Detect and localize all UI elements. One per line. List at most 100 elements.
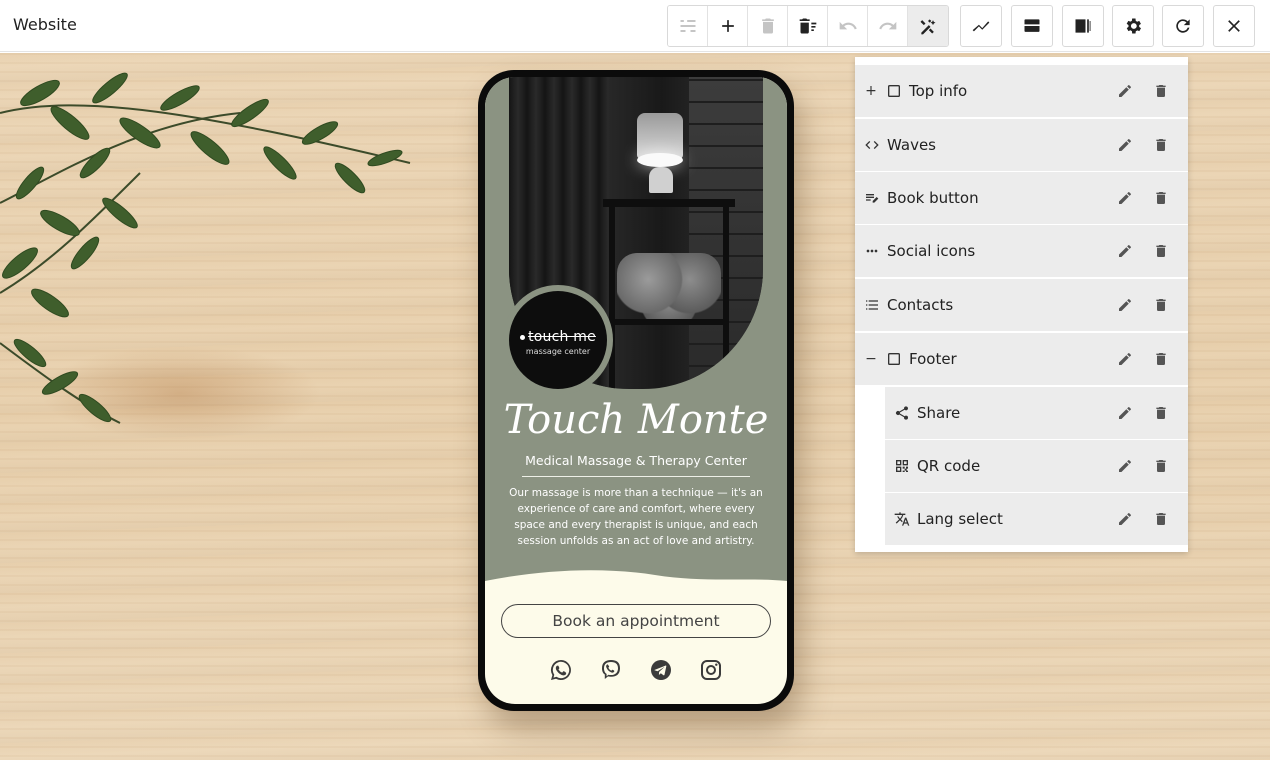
whatsapp-button[interactable]	[549, 658, 573, 682]
edit-button[interactable]	[1116, 510, 1134, 528]
viber-button[interactable]	[599, 658, 623, 682]
refresh-button[interactable]	[1162, 5, 1204, 47]
adjust-icon	[680, 20, 695, 32]
edit-button[interactable]	[1116, 136, 1134, 154]
delete-button[interactable]	[1152, 457, 1170, 475]
section-row-contacts[interactable]: Contacts	[855, 279, 1188, 331]
chart-button[interactable]	[960, 5, 1002, 47]
section-row-lang-select[interactable]: Lang select	[885, 493, 1188, 545]
trash-icon	[1156, 299, 1166, 311]
delete-button[interactable]	[1152, 82, 1170, 100]
trash-icon	[1156, 192, 1166, 204]
title-divider	[522, 476, 750, 477]
section-row-top-info[interactable]: + Top info	[855, 65, 1188, 117]
pencil-icon	[1119, 85, 1131, 97]
trash-icon	[1156, 407, 1166, 419]
site-title: Touch Monte	[503, 397, 769, 443]
trash-icon	[1156, 513, 1166, 525]
close-icon	[1228, 20, 1240, 32]
section-row-share[interactable]: Share	[885, 387, 1188, 439]
close-button[interactable]	[1213, 5, 1255, 47]
plant-decoration	[0, 72, 411, 424]
viber-icon	[602, 660, 620, 679]
design-tools-icon	[920, 19, 936, 35]
waves-section[interactable]	[485, 565, 787, 605]
edit-button[interactable]	[1116, 189, 1134, 207]
add-button[interactable]	[708, 6, 748, 46]
pencil-icon	[1119, 513, 1131, 525]
layout-rows-icon	[1024, 19, 1040, 32]
site-subtitle: Medical Massage & Therapy Center	[525, 453, 747, 468]
pencil-icon	[1119, 245, 1131, 257]
trash-icon	[1156, 139, 1166, 151]
settings-button[interactable]	[1112, 5, 1154, 47]
square-icon	[888, 85, 900, 97]
pencil-icon	[1119, 192, 1131, 204]
pencil-icon	[1119, 407, 1131, 419]
top-info-section[interactable]: touch me massage center Touch Monte Medi…	[485, 77, 787, 597]
edit-button[interactable]	[1116, 457, 1134, 475]
edit-toolbar	[667, 5, 949, 47]
pencil-icon	[1119, 299, 1131, 311]
instagram-button[interactable]	[699, 658, 723, 682]
delete-button[interactable]	[1152, 404, 1170, 422]
chart-icon	[972, 21, 990, 32]
site-description: Our massage is more than a technique — i…	[509, 487, 763, 547]
delete-button[interactable]	[1152, 136, 1170, 154]
expand-toggle[interactable]: +	[863, 83, 879, 99]
more-horiz-icon	[866, 249, 878, 253]
delete-button[interactable]	[1152, 189, 1170, 207]
pencil-icon	[1119, 139, 1131, 151]
edit-button[interactable]	[1116, 242, 1134, 260]
brand-logo: touch me massage center	[509, 291, 607, 389]
delete-button[interactable]	[1152, 350, 1170, 368]
design-tools-button[interactable]	[908, 6, 948, 46]
section-row-book-button[interactable]: Book button	[855, 172, 1188, 224]
section-row-footer[interactable]: − Footer	[855, 333, 1188, 385]
edit-button[interactable]	[1116, 296, 1134, 314]
section-row-qr-code[interactable]: QR code	[885, 440, 1188, 492]
app-title: Website	[13, 15, 77, 34]
telegram-button[interactable]	[649, 658, 673, 682]
layout-sidebar-button[interactable]	[1062, 5, 1104, 47]
undo-icon	[839, 21, 857, 30]
section-label: Contacts	[887, 296, 954, 314]
instagram-icon	[701, 660, 721, 680]
collapse-toggle[interactable]: −	[863, 351, 879, 367]
section-label: Waves	[887, 136, 936, 154]
delete-list-button[interactable]	[788, 6, 828, 46]
delete-button[interactable]	[748, 6, 788, 46]
delete-button[interactable]	[1152, 296, 1170, 314]
delete-button[interactable]	[1152, 242, 1170, 260]
section-label: Lang select	[917, 510, 1003, 528]
top-bar: Website	[0, 0, 1270, 52]
section-label: Social icons	[887, 242, 976, 260]
telegram-icon	[651, 660, 671, 680]
list-icon	[866, 300, 878, 310]
trash-icon	[1156, 353, 1166, 365]
trash-icon	[1156, 245, 1166, 257]
section-row-social-icons[interactable]: Social icons	[855, 225, 1188, 277]
delete-button[interactable]	[1152, 510, 1170, 528]
section-label: Top info	[909, 82, 968, 100]
settings-icon	[1126, 18, 1141, 34]
undo-button[interactable]	[828, 6, 868, 46]
layout-rows-button[interactable]	[1011, 5, 1053, 47]
phone-preview: touch me massage center Touch Monte Medi…	[478, 70, 794, 711]
translate-icon	[894, 512, 910, 526]
delete-list-icon	[799, 18, 816, 34]
redo-button[interactable]	[868, 6, 908, 46]
pencil-icon	[1119, 353, 1131, 365]
delete-icon	[761, 18, 774, 34]
edit-button[interactable]	[1116, 404, 1134, 422]
trash-icon	[1156, 85, 1166, 97]
code-icon	[865, 141, 879, 149]
edit-button[interactable]	[1116, 350, 1134, 368]
edit-button[interactable]	[1116, 82, 1134, 100]
qr-code-icon	[896, 460, 908, 472]
text-edit-icon	[866, 194, 879, 203]
section-row-waves[interactable]: Waves	[855, 119, 1188, 171]
adjust-button[interactable]	[668, 6, 708, 46]
book-appointment-button[interactable]: Book an appointment	[501, 604, 771, 638]
layout-sidebar-icon	[1075, 19, 1091, 33]
